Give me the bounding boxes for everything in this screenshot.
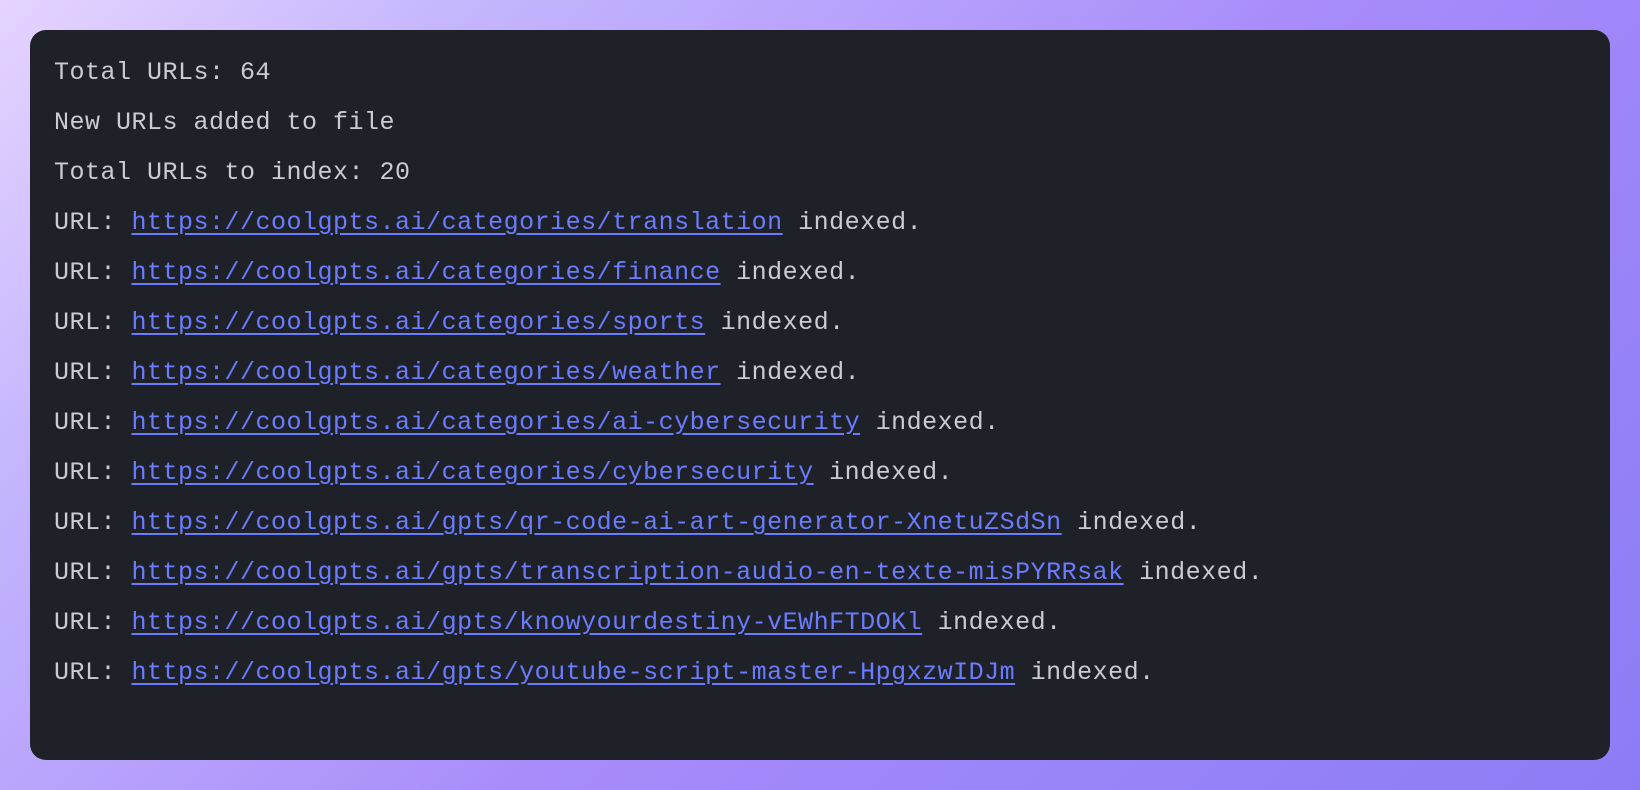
- url-prefix: URL:: [54, 358, 132, 387]
- url-link[interactable]: https://coolgpts.ai/gpts/qr-code-ai-art-…: [132, 508, 1062, 537]
- url-prefix: URL:: [54, 558, 132, 587]
- url-suffix: indexed.: [783, 208, 923, 237]
- url-line: URL: https://coolgpts.ai/categories/ai-c…: [54, 398, 1586, 448]
- url-line: URL: https://coolgpts.ai/gpts/transcript…: [54, 548, 1586, 598]
- url-link[interactable]: https://coolgpts.ai/gpts/youtube-script-…: [132, 658, 1016, 687]
- url-prefix: URL:: [54, 408, 132, 437]
- url-suffix: indexed.: [860, 408, 1000, 437]
- terminal-output: Total URLs: 64 New URLs added to file To…: [30, 30, 1610, 760]
- url-prefix: URL:: [54, 608, 132, 637]
- url-link[interactable]: https://coolgpts.ai/categories/ai-cybers…: [132, 408, 861, 437]
- new-urls-line: New URLs added to file: [54, 98, 1586, 148]
- url-link[interactable]: https://coolgpts.ai/categories/translati…: [132, 208, 783, 237]
- url-suffix: indexed.: [814, 458, 954, 487]
- url-link[interactable]: https://coolgpts.ai/categories/weather: [132, 358, 721, 387]
- url-line: URL: https://coolgpts.ai/gpts/youtube-sc…: [54, 648, 1586, 698]
- url-suffix: indexed.: [721, 258, 861, 287]
- url-link[interactable]: https://coolgpts.ai/categories/sports: [132, 308, 706, 337]
- url-line: URL: https://coolgpts.ai/categories/cybe…: [54, 448, 1586, 498]
- url-link[interactable]: https://coolgpts.ai/gpts/transcription-a…: [132, 558, 1124, 587]
- url-suffix: indexed.: [705, 308, 845, 337]
- url-line: URL: https://coolgpts.ai/gpts/knowyourde…: [54, 598, 1586, 648]
- url-suffix: indexed.: [1015, 658, 1155, 687]
- url-line: URL: https://coolgpts.ai/categories/fina…: [54, 248, 1586, 298]
- url-line: URL: https://coolgpts.ai/categories/tran…: [54, 198, 1586, 248]
- url-line: URL: https://coolgpts.ai/categories/spor…: [54, 298, 1586, 348]
- url-link[interactable]: https://coolgpts.ai/categories/finance: [132, 258, 721, 287]
- to-index-line: Total URLs to index: 20: [54, 148, 1586, 198]
- url-prefix: URL:: [54, 308, 132, 337]
- url-prefix: URL:: [54, 508, 132, 537]
- url-prefix: URL:: [54, 458, 132, 487]
- url-link[interactable]: https://coolgpts.ai/gpts/knowyourdestiny…: [132, 608, 923, 637]
- url-suffix: indexed.: [1062, 508, 1202, 537]
- url-link[interactable]: https://coolgpts.ai/categories/cybersecu…: [132, 458, 814, 487]
- total-urls-line: Total URLs: 64: [54, 48, 1586, 98]
- url-line: URL: https://coolgpts.ai/categories/weat…: [54, 348, 1586, 398]
- url-prefix: URL:: [54, 658, 132, 687]
- url-prefix: URL:: [54, 258, 132, 287]
- url-prefix: URL:: [54, 208, 132, 237]
- url-line: URL: https://coolgpts.ai/gpts/qr-code-ai…: [54, 498, 1586, 548]
- url-suffix: indexed.: [1124, 558, 1264, 587]
- url-suffix: indexed.: [922, 608, 1062, 637]
- url-suffix: indexed.: [721, 358, 861, 387]
